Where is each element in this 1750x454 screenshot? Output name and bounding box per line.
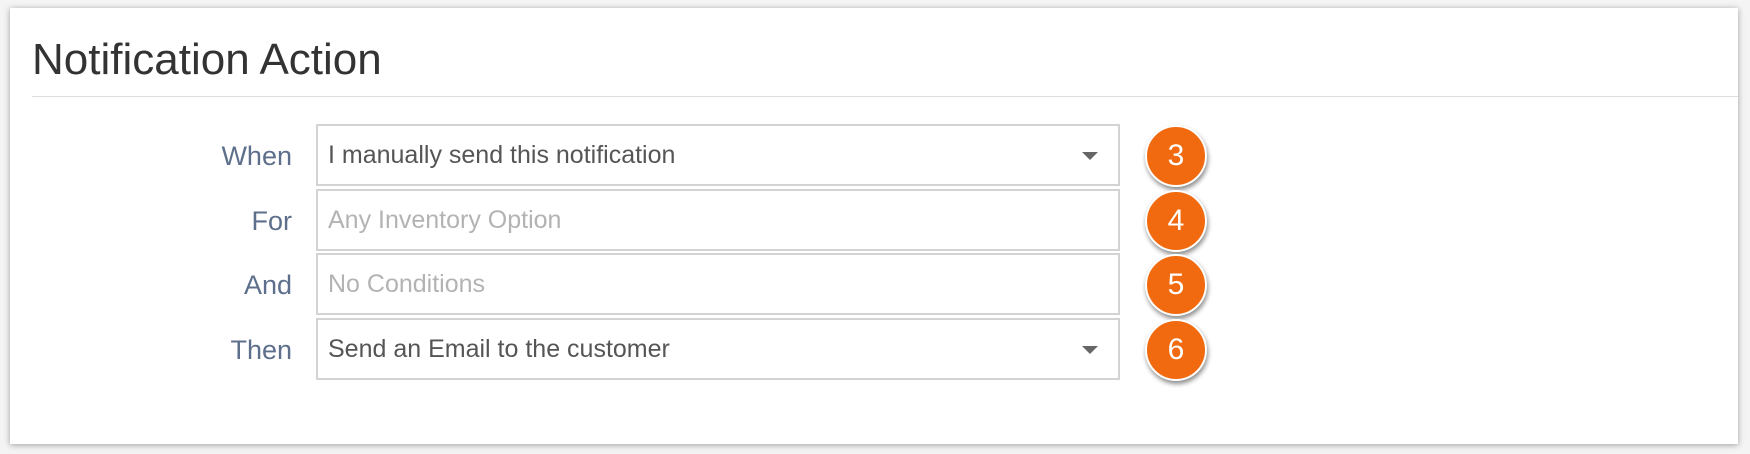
for-label: For [251, 206, 293, 236]
for-field[interactable]: Any Inventory Option [316, 189, 1120, 251]
and-field[interactable]: No Conditions [316, 253, 1120, 315]
step-badge-4: 4 [1145, 190, 1207, 252]
panel-title: Notification Action [32, 35, 382, 84]
chevron-down-icon [1082, 152, 1098, 160]
row-for: For Any Inventory Option 4 [10, 189, 1738, 253]
chevron-down-icon [1082, 346, 1098, 354]
then-label: Then [230, 335, 292, 365]
then-select[interactable]: Send an Email to the customer [316, 318, 1120, 380]
notification-action-panel: Notification Action When I manually send… [10, 8, 1738, 444]
when-select-value: I manually send this notification [328, 141, 676, 169]
and-field-placeholder: No Conditions [328, 270, 486, 298]
row-then: Then Send an Email to the customer 6 [10, 318, 1738, 382]
row-and: And No Conditions 5 [10, 253, 1738, 317]
step-badge-6: 6 [1145, 319, 1207, 381]
then-select-value: Send an Email to the customer [328, 335, 670, 363]
and-label: And [243, 270, 292, 300]
step-badge-5: 5 [1145, 254, 1207, 316]
step-badge-3: 3 [1145, 125, 1207, 187]
when-label: When [221, 141, 292, 171]
when-select[interactable]: I manually send this notification [316, 124, 1120, 186]
title-divider [32, 96, 1738, 97]
for-field-placeholder: Any Inventory Option [328, 206, 562, 234]
row-when: When I manually send this notification 3 [10, 124, 1738, 188]
